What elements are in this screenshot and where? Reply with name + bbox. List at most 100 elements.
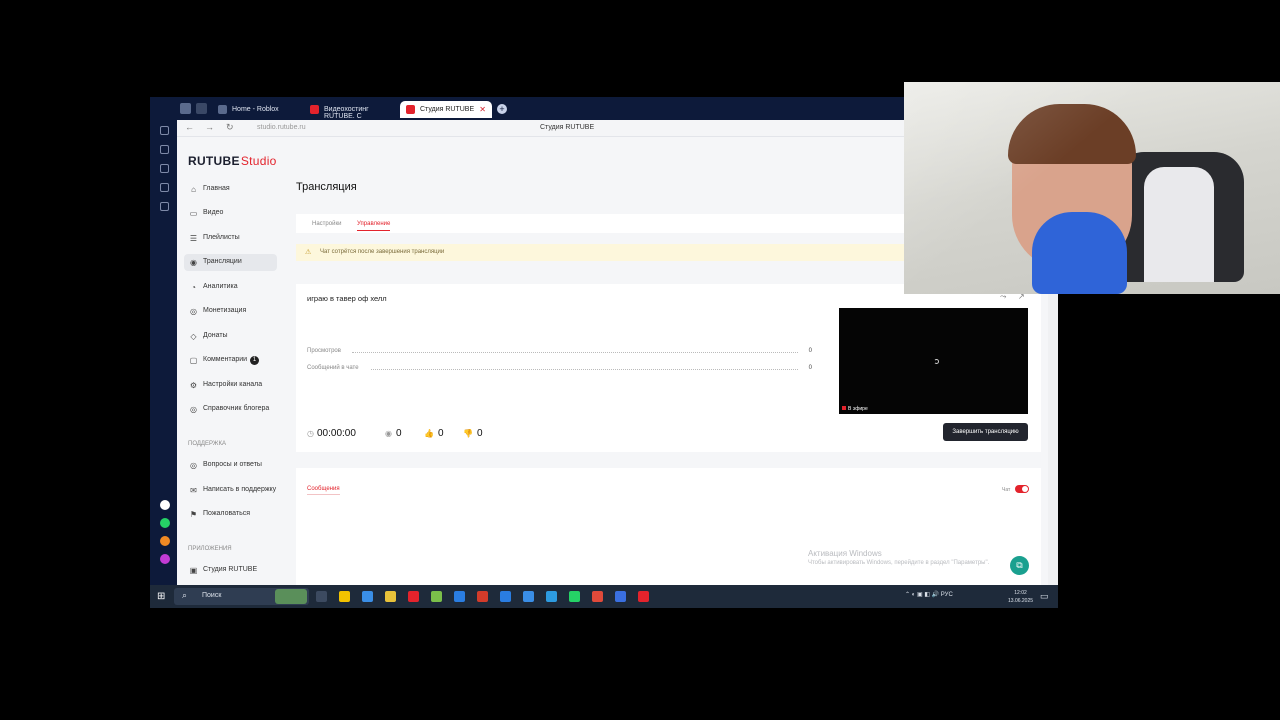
copy-fab-button[interactable]: ⧉ xyxy=(1010,556,1029,575)
yandex-icon[interactable] xyxy=(408,591,419,602)
roblox-favicon-icon xyxy=(218,105,227,114)
sidebar-item-report[interactable]: ⚑ Пожаловаться xyxy=(184,506,277,523)
sidebar-item-label: Настройки канала xyxy=(203,381,263,388)
timer-value: 00:00:00 xyxy=(316,428,356,439)
activation-text: Чтобы активировать Windows, перейдите в … xyxy=(808,560,990,566)
taskbar-app-icon[interactable] xyxy=(362,591,373,602)
sidebar-item-label: Студия RUTUBE xyxy=(203,566,258,573)
tab-rutube-studio[interactable]: Студия RUTUBE ✕ xyxy=(400,101,492,118)
history-icon[interactable] xyxy=(160,126,169,135)
chat-toggle-label: Чат xyxy=(1002,487,1011,493)
tiktok-icon[interactable] xyxy=(160,500,170,510)
rutube-favicon-icon xyxy=(406,105,415,114)
sidebar-item-monetization[interactable]: ◎ Монетизация xyxy=(184,303,277,320)
tab-roblox[interactable]: Home - Roblox xyxy=(212,101,300,118)
start-button[interactable]: ⊞ xyxy=(157,591,165,602)
reload-button[interactable]: ↻ xyxy=(226,122,234,133)
tab-label: Видеохостинг RUTUBE. С xyxy=(324,106,369,120)
dotted-leader xyxy=(371,369,798,370)
loading-spinner-icon xyxy=(934,359,939,364)
tab-settings[interactable]: Настройки xyxy=(312,221,341,227)
stream-preview[interactable]: В эфире xyxy=(839,308,1028,414)
messages-card: Сообщения Чат xyxy=(296,468,1041,585)
chat-toggle[interactable] xyxy=(1015,485,1029,493)
notifications-icon[interactable]: ▭ xyxy=(1040,591,1049,602)
home-icon: ⌂ xyxy=(191,185,196,194)
browser-menu-icon[interactable] xyxy=(180,103,191,114)
rutube-studio-logo[interactable]: RUTUBEStudio xyxy=(188,154,277,168)
taskbar-app-icon[interactable] xyxy=(615,591,626,602)
browser-sidebar xyxy=(150,120,177,585)
windows-taskbar: ⊞ ⌕ Поиск ⌃ ◐ ▣ ◧ 🔊 РУС 12:02 13.06.2025… xyxy=(150,585,1058,608)
monetization-icon: ◎ xyxy=(190,307,197,316)
taskbar-app-icon[interactable] xyxy=(500,591,511,602)
sidebar-item-channel-settings[interactable]: ⚙ Настройки канала xyxy=(184,377,277,394)
stat-value: 0 xyxy=(808,348,812,354)
faq-icon: ◎ xyxy=(190,461,197,470)
sidebar-item-analytics[interactable]: ◔ Аналитика xyxy=(184,279,277,296)
back-button[interactable]: ← xyxy=(185,122,194,132)
yandex-browser-icon[interactable] xyxy=(638,591,649,602)
dotted-leader xyxy=(352,352,798,353)
sidebar-item-label: Главная xyxy=(203,185,230,192)
minecraft-icon[interactable] xyxy=(431,591,442,602)
likes-metric: 👍 0 xyxy=(424,428,444,439)
sidebar-item-label: Вопросы и ответы xyxy=(203,461,262,468)
comments-badge: 1 xyxy=(250,356,260,365)
taskbar-clock[interactable]: 12:02 13.06.2025 xyxy=(1008,589,1033,605)
forward-button[interactable]: → xyxy=(205,122,214,132)
tab-management[interactable]: Управление xyxy=(357,221,391,231)
new-tab-button[interactable]: + xyxy=(497,104,507,114)
sidebar-item-label: Аналитика xyxy=(203,283,238,290)
page-heading: Трансляция xyxy=(296,181,357,193)
webcam-overlay xyxy=(904,82,1280,294)
settings-icon: ⚙ xyxy=(189,381,198,390)
metric-value: 0 xyxy=(476,428,483,439)
app-icon[interactable] xyxy=(160,536,170,546)
sidebar-item-label: Монетизация xyxy=(203,307,247,314)
downloads-icon[interactable] xyxy=(160,202,169,211)
task-view-icon[interactable] xyxy=(316,591,327,602)
sidebar-item-contact-support[interactable]: ✉ Написать в поддержку xyxy=(184,482,277,499)
taskbar-search[interactable]: ⌕ Поиск xyxy=(174,588,309,605)
alice-icon[interactable] xyxy=(160,554,170,564)
metric-value: 0 xyxy=(395,428,402,439)
telegram-icon[interactable] xyxy=(546,591,557,602)
stat-label: Сообщений в чате xyxy=(307,365,359,371)
sidebar-item-comments[interactable]: ▢ Комментарии 1 xyxy=(184,352,277,369)
close-tab-icon[interactable]: ✕ xyxy=(479,105,486,114)
whatsapp-icon[interactable] xyxy=(160,518,170,528)
collections-icon[interactable] xyxy=(160,183,169,192)
sidebar-item-faq[interactable]: ◎ Вопросы и ответы xyxy=(184,457,277,474)
sidebar-item-label: Комментарии xyxy=(203,356,248,363)
notes-icon[interactable] xyxy=(160,145,169,154)
music-icon[interactable] xyxy=(160,164,169,173)
taskbar-app-icon[interactable] xyxy=(477,591,488,602)
url-field[interactable]: studio.rutube.ru xyxy=(257,124,306,131)
sidebar-item-playlists[interactable]: ☰ Плейлисты xyxy=(184,230,277,247)
taskbar-app-icon[interactable] xyxy=(523,591,534,602)
sidebar-item-blogger-guide[interactable]: ◎ Справочник блогера xyxy=(184,401,277,418)
whatsapp-icon[interactable] xyxy=(569,591,580,602)
sidebar-item-studio-app[interactable]: ▣ Студия RUTUBE xyxy=(184,562,277,579)
obs-icon[interactable] xyxy=(592,591,603,602)
sidebar-item-label: Пожаловаться xyxy=(203,510,251,517)
clock-icon: ◷ xyxy=(307,429,314,438)
warning-icon: ⚠ xyxy=(305,249,312,256)
clock-date: 13.06.2025 xyxy=(1008,598,1034,604)
tabs-icon[interactable] xyxy=(196,103,207,114)
sidebar-item-donations[interactable]: ◇ Донаты xyxy=(184,328,277,345)
taskbar-app-icon[interactable] xyxy=(454,591,465,602)
notice-text: Чат сотрётся после завершения трансляции xyxy=(320,249,445,255)
tab-rutube-video[interactable]: Видеохостинг RUTUBE. С xyxy=(304,101,396,120)
file-explorer-icon[interactable] xyxy=(385,591,396,602)
messages-tab[interactable]: Сообщения xyxy=(307,486,340,495)
sidebar-item-video[interactable]: ▭ Видео xyxy=(184,205,277,222)
system-tray[interactable]: ⌃ ◐ ▣ ◧ 🔊 РУС xyxy=(905,591,953,598)
end-stream-button[interactable]: Завершить трансляцию xyxy=(943,423,1028,441)
sidebar-item-broadcasts[interactable]: ◉ Трансляции xyxy=(184,254,277,271)
sidebar-item-home[interactable]: ⌂ Главная xyxy=(184,181,277,198)
search-highlight-image xyxy=(275,589,307,604)
taskbar-app-icon[interactable] xyxy=(339,591,350,602)
stat-label: Просмотров xyxy=(307,348,341,354)
